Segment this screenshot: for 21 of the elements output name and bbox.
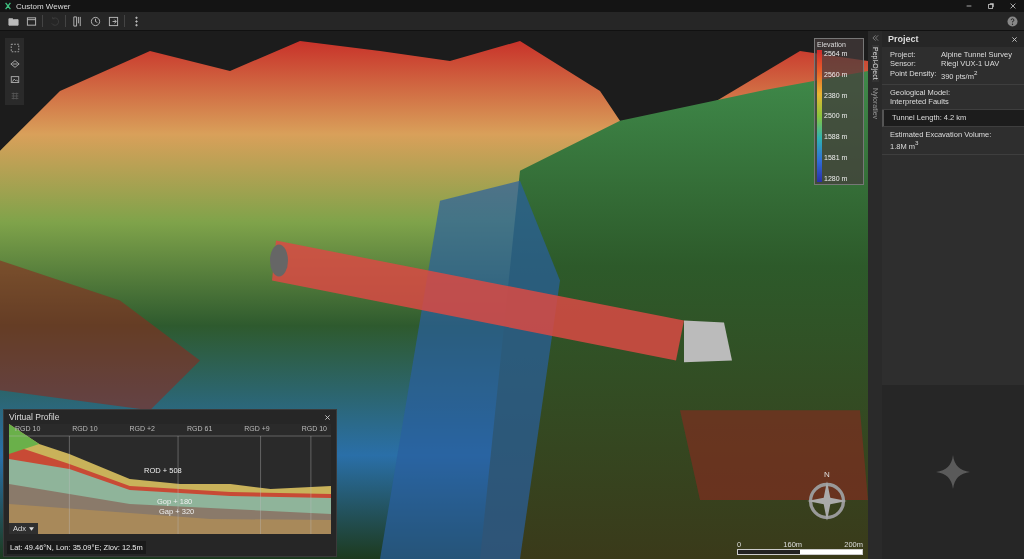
window-title: Custom Wewer bbox=[16, 1, 71, 11]
sparkle-icon bbox=[936, 455, 970, 489]
panel-title: Project bbox=[888, 34, 919, 44]
collapse-icon[interactable] bbox=[871, 35, 879, 41]
app-logo-icon bbox=[4, 2, 12, 10]
export-icon[interactable] bbox=[106, 14, 120, 28]
layers-icon[interactable] bbox=[8, 57, 21, 70]
image-icon[interactable] bbox=[8, 73, 21, 86]
close-icon[interactable] bbox=[1009, 2, 1017, 10]
close-icon[interactable] bbox=[324, 413, 331, 421]
help-icon[interactable] bbox=[1007, 15, 1018, 27]
selection-icon[interactable] bbox=[8, 41, 21, 54]
restore-icon[interactable] bbox=[987, 2, 995, 10]
clock-icon[interactable] bbox=[88, 14, 102, 28]
close-icon[interactable] bbox=[1011, 35, 1018, 43]
caret-icon bbox=[28, 526, 34, 531]
window-icon[interactable] bbox=[24, 14, 38, 28]
minimize-icon[interactable] bbox=[965, 2, 973, 10]
panel-title: Virtual Profile bbox=[9, 412, 60, 422]
north-label: N bbox=[824, 470, 830, 479]
ruler-icon[interactable] bbox=[70, 14, 84, 28]
